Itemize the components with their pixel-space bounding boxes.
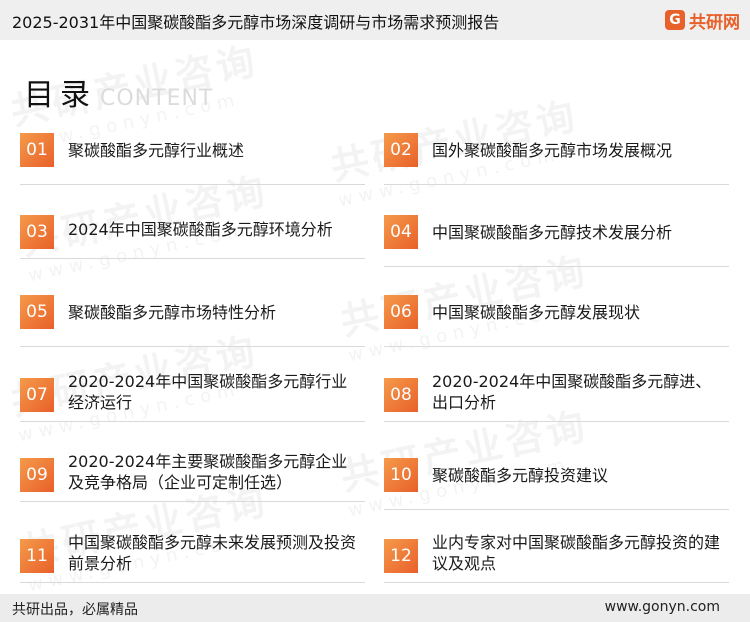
toc-item-02[interactable]: 02 国外聚碳酸酯多元醇市场发展概况	[384, 133, 729, 189]
toc-label: 业内专家对中国聚碳酸酯多元醇投资的建议及观点	[432, 533, 721, 573]
divider	[20, 582, 365, 583]
divider	[20, 258, 365, 259]
divider	[384, 509, 729, 510]
toc-label: 中国聚碳酸酯多元醇未来发展预测及投资前景分析	[68, 533, 357, 573]
divider	[20, 184, 365, 185]
toc-number: 07	[20, 378, 54, 412]
toc-item-10[interactable]: 10 聚碳酸酯多元醇投资建议	[384, 458, 729, 514]
footer-url[interactable]: www.gonyn.com	[605, 599, 720, 615]
toc-item-06[interactable]: 06 中国聚碳酸酯多元醇发展现状	[384, 295, 729, 351]
divider	[20, 346, 365, 347]
toc-item-09[interactable]: 09 2020-2024年主要聚碳酸酯多元醇企业及竞争格局（企业可定制任选）	[20, 450, 365, 506]
toc-number: 11	[20, 539, 54, 573]
toc-number: 01	[20, 133, 54, 167]
toc-label: 2020-2024年中国聚碳酸酯多元醇进、出口分析	[432, 372, 712, 412]
toc-item-11[interactable]: 11 中国聚碳酸酯多元醇未来发展预测及投资前景分析	[20, 531, 365, 587]
toc-item-08[interactable]: 08 2020-2024年中国聚碳酸酯多元醇进、出口分析	[384, 370, 729, 426]
toc-number: 06	[384, 295, 418, 329]
brand-logo: G 共研网	[665, 8, 740, 33]
logo-text: 共研网	[689, 12, 740, 33]
toc-number: 05	[20, 295, 54, 329]
divider	[384, 582, 729, 583]
toc-number: 02	[384, 133, 418, 167]
toc-number: 03	[20, 215, 54, 249]
toc-label: 2020-2024年主要聚碳酸酯多元醇企业及竞争格局（企业可定制任选）	[68, 452, 348, 492]
toc-label: 2024年中国聚碳酸酯多元醇环境分析	[68, 219, 333, 239]
footer-bar: 共研出品，必属精品 www.gonyn.com	[0, 594, 750, 622]
footer-slogan: 共研出品，必属精品	[12, 602, 138, 618]
toc-number: 08	[384, 378, 418, 412]
toc-number: 12	[384, 539, 418, 573]
toc-number: 09	[20, 458, 54, 492]
toc-label: 2020-2024年中国聚碳酸酯多元醇行业经济运行	[68, 372, 348, 412]
toc-heading-main: 目录	[24, 78, 96, 113]
toc-label: 国外聚碳酸酯多元醇市场发展概况	[432, 140, 673, 160]
toc-label: 中国聚碳酸酯多元醇技术发展分析	[432, 222, 673, 242]
toc-item-07[interactable]: 07 2020-2024年中国聚碳酸酯多元醇行业经济运行	[20, 370, 365, 426]
divider	[384, 184, 729, 185]
divider	[20, 421, 365, 422]
toc-number: 04	[384, 215, 418, 249]
toc-heading-en: CONTENT	[100, 86, 214, 111]
toc-label: 聚碳酸酯多元醇行业概述	[68, 140, 245, 160]
toc-number: 10	[384, 458, 418, 492]
divider	[384, 421, 729, 422]
divider	[20, 501, 365, 502]
logo-icon: G	[665, 10, 685, 30]
report-title: 2025-2031年中国聚碳酸酯多元醇市场深度调研与市场需求预测报告	[12, 13, 500, 32]
toc-item-01[interactable]: 01 聚碳酸酯多元醇行业概述	[20, 133, 365, 189]
divider	[384, 266, 729, 267]
toc-label: 聚碳酸酯多元醇市场特性分析	[68, 302, 277, 322]
toc-item-03[interactable]: 03 2024年中国聚碳酸酯多元醇环境分析	[20, 207, 365, 263]
toc-label: 中国聚碳酸酯多元醇发展现状	[432, 302, 641, 322]
divider	[384, 346, 729, 347]
header-bar: 2025-2031年中国聚碳酸酯多元醇市场深度调研与市场需求预测报告 G 共研网	[0, 0, 750, 40]
toc-item-12[interactable]: 12 业内专家对中国聚碳酸酯多元醇投资的建议及观点	[384, 531, 729, 587]
toc-item-04[interactable]: 04 中国聚碳酸酯多元醇技术发展分析	[384, 215, 729, 271]
toc-heading: 目录 CONTENT	[24, 70, 213, 114]
toc-label: 聚碳酸酯多元醇投资建议	[432, 465, 609, 485]
toc-item-05[interactable]: 05 聚碳酸酯多元醇市场特性分析	[20, 295, 365, 351]
